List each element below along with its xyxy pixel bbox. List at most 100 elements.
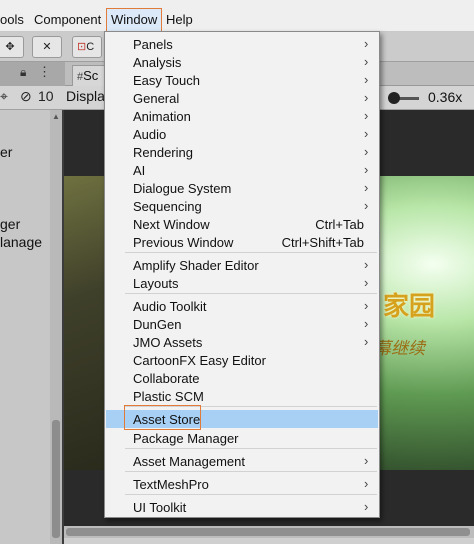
submenu-arrow-icon: › bbox=[364, 198, 369, 213]
menu-item-label: UI Toolkit bbox=[133, 500, 187, 515]
menu-item-shortcut: Ctrl+Shift+Tab bbox=[281, 235, 364, 250]
menu-item-dungen[interactable]: DunGen › bbox=[106, 315, 378, 333]
bottom-strip bbox=[64, 538, 474, 544]
menu-item-animation[interactable]: Animation › bbox=[106, 107, 378, 125]
game-subtitle-text: 幕继续 bbox=[374, 339, 425, 359]
move-icon: ✥ bbox=[5, 41, 15, 53]
submenu-arrow-icon: › bbox=[364, 257, 369, 272]
menu-item-audio-toolkit[interactable]: Audio Toolkit › bbox=[106, 297, 378, 315]
menu-item-previous-window[interactable]: Previous Window Ctrl+Shift+Tab bbox=[106, 233, 378, 251]
menu-item-shortcut: Ctrl+Tab bbox=[315, 217, 364, 232]
menu-separator bbox=[125, 293, 377, 294]
menu-item-label: Plastic SCM bbox=[133, 389, 204, 404]
game-title-text: 家园 bbox=[383, 292, 436, 322]
menu-item-label: Package Manager bbox=[133, 431, 239, 446]
menu-separator bbox=[125, 471, 377, 472]
zoom-level: 0.36x bbox=[428, 89, 463, 105]
menu-component[interactable]: Component bbox=[34, 0, 101, 32]
menu-item-label: Audio Toolkit bbox=[133, 299, 207, 314]
menu-item-easy-touch[interactable]: Easy Touch › bbox=[106, 71, 378, 89]
tools-icon: ✕ bbox=[42, 41, 52, 53]
menu-item-label: Dialogue System bbox=[133, 181, 232, 196]
hierarchy-tab-area: 🔒︎ ⋮ bbox=[0, 62, 65, 86]
menu-item-audio[interactable]: Audio › bbox=[106, 125, 378, 143]
scene-tab-label: Sc bbox=[83, 68, 99, 83]
display-dropdown[interactable]: Displa bbox=[66, 88, 105, 104]
menu-item-ui-toolkit[interactable]: UI Toolkit › bbox=[106, 498, 378, 516]
layer-count: 10 bbox=[38, 88, 54, 104]
menu-item-amplify-shader-editor[interactable]: Amplify Shader Editor › bbox=[106, 256, 378, 274]
hierarchy-scroll-thumb[interactable] bbox=[52, 420, 60, 538]
submenu-arrow-icon: › bbox=[364, 72, 369, 87]
menu-help[interactable]: Help bbox=[166, 0, 193, 32]
submenu-arrow-icon: › bbox=[364, 108, 369, 123]
menu-item-plastic-scm[interactable]: Plastic SCM bbox=[106, 387, 378, 405]
custom-tool-button[interactable]: ⊡C bbox=[72, 36, 102, 58]
menu-item-panels[interactable]: Panels › bbox=[106, 35, 378, 53]
hierarchy-item[interactable]: er bbox=[0, 144, 12, 160]
menu-window[interactable]: Window bbox=[106, 8, 163, 32]
menu-item-label: Next Window bbox=[133, 217, 210, 232]
visibility-icon[interactable]: ⊘ bbox=[20, 88, 32, 105]
menu-item-label: General bbox=[133, 91, 180, 106]
menu-item-ai[interactable]: AI › bbox=[106, 161, 378, 179]
submenu-arrow-icon: › bbox=[364, 298, 369, 313]
submenu-arrow-icon: › bbox=[364, 36, 369, 51]
menu-separator bbox=[125, 252, 377, 253]
menu-item-rendering[interactable]: Rendering › bbox=[106, 143, 378, 161]
menu-item-label: AI bbox=[133, 163, 146, 178]
menu-item-label: Previous Window bbox=[133, 235, 234, 250]
submenu-arrow-icon: › bbox=[364, 126, 369, 141]
menu-item-analysis[interactable]: Analysis › bbox=[106, 53, 378, 71]
menu-item-dialogue-system[interactable]: Dialogue System › bbox=[106, 179, 378, 197]
menu-item-next-window[interactable]: Next Window Ctrl+Tab bbox=[106, 215, 378, 233]
submenu-arrow-icon: › bbox=[364, 275, 369, 290]
menu-item-cartoonfx-easy-editor[interactable]: CartoonFX Easy Editor bbox=[106, 351, 378, 369]
menu-item-label: Analysis bbox=[133, 55, 182, 70]
menu-item-sequencing[interactable]: Sequencing › bbox=[106, 197, 378, 215]
menu-item-label: CartoonFX Easy Editor bbox=[133, 353, 266, 368]
menu-item-layouts[interactable]: Layouts › bbox=[106, 274, 378, 292]
menu-item-jmo-assets[interactable]: JMO Assets › bbox=[106, 333, 378, 351]
hierarchy-item[interactable]: ger bbox=[0, 216, 20, 232]
submenu-arrow-icon: › bbox=[364, 54, 369, 69]
zoom-slider-handle[interactable] bbox=[388, 92, 400, 104]
submenu-arrow-icon: › bbox=[364, 476, 369, 491]
move-tool-button[interactable]: ✥ bbox=[0, 36, 24, 58]
custom-tool-icon: ⊡ bbox=[77, 41, 87, 53]
menu-item-package-manager[interactable]: Package Manager bbox=[106, 429, 378, 447]
menubar: ools Component Window Help bbox=[0, 0, 474, 32]
menu-item-label: Layouts bbox=[133, 276, 179, 291]
menu-tools[interactable]: ools bbox=[0, 0, 24, 32]
pin-icon[interactable]: ⌖ bbox=[0, 88, 8, 105]
transform-tool-button[interactable]: ✕ bbox=[32, 36, 62, 58]
menu-separator bbox=[125, 448, 377, 449]
custom-tool-label: C bbox=[86, 41, 95, 53]
scene-scroll-thumb[interactable] bbox=[66, 528, 470, 536]
menu-item-label: DunGen bbox=[133, 317, 182, 332]
menu-item-collaborate[interactable]: Collaborate bbox=[106, 369, 378, 387]
menu-item-label: JMO Assets bbox=[133, 335, 203, 350]
submenu-arrow-icon: › bbox=[364, 90, 369, 105]
submenu-arrow-icon: › bbox=[364, 499, 369, 514]
menu-item-textmeshpro[interactable]: TextMeshPro › bbox=[106, 475, 378, 493]
menu-item-label: Rendering bbox=[133, 145, 193, 160]
submenu-arrow-icon: › bbox=[364, 144, 369, 159]
menu-item-asset-management[interactable]: Asset Management › bbox=[106, 452, 378, 470]
more-options-icon[interactable]: ⋮ bbox=[38, 64, 51, 80]
menu-item-general[interactable]: General › bbox=[106, 89, 378, 107]
menu-item-label: Audio bbox=[133, 127, 167, 142]
submenu-arrow-icon: › bbox=[364, 316, 369, 331]
submenu-arrow-icon: › bbox=[364, 162, 369, 177]
lock-icon[interactable]: 🔒︎ bbox=[20, 65, 26, 80]
scroll-up-icon[interactable]: ▲ bbox=[52, 112, 60, 121]
menu-item-label: Animation bbox=[133, 109, 191, 124]
hierarchy-item[interactable]: lanage bbox=[0, 234, 42, 250]
window-menu: Panels › Analysis › Easy Touch › General › Anima… bbox=[104, 31, 380, 518]
submenu-arrow-icon: › bbox=[364, 180, 369, 195]
menu-item-label: Easy Touch bbox=[133, 73, 200, 88]
menu-item-label: Sequencing bbox=[133, 199, 202, 214]
menu-separator bbox=[125, 494, 377, 495]
menu-item-label: Collaborate bbox=[133, 371, 200, 386]
menu-item-label: TextMeshPro bbox=[133, 477, 209, 492]
